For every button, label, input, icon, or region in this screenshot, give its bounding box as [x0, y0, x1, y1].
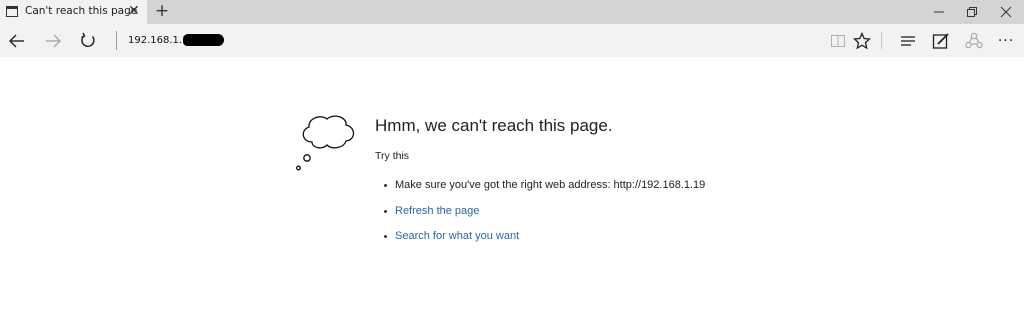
refresh-icon — [81, 32, 95, 47]
bullet-icon — [384, 183, 387, 187]
restore-icon — [966, 7, 977, 17]
share-button[interactable] — [958, 24, 990, 57]
reading-view-icon — [831, 34, 845, 47]
restore-button[interactable] — [955, 0, 988, 24]
try-this-label: Try this — [375, 150, 410, 162]
web-note-icon — [932, 32, 949, 49]
share-icon — [965, 32, 983, 48]
hub-button[interactable] — [892, 24, 924, 57]
tab-title: Can't reach this page — [25, 5, 138, 17]
search-link[interactable]: Search for what you want — [395, 230, 519, 242]
error-heading: Hmm, we can't reach this page. — [375, 116, 613, 135]
redaction-mark — [183, 34, 224, 46]
suggestion-item: Make sure you've got the right web addre… — [384, 179, 705, 191]
more-button[interactable]: ··· — [990, 24, 1022, 57]
active-tab[interactable]: Can't reach this page ✕ — [0, 0, 147, 24]
minimize-button[interactable] — [922, 0, 955, 24]
window-close-button[interactable] — [989, 0, 1022, 24]
navigation-bar: 192.168.1.19 ··· — [0, 24, 1024, 57]
refresh-page-link[interactable]: Refresh the page — [395, 205, 479, 217]
bullet-icon — [384, 209, 387, 213]
tab-close-button[interactable]: ✕ — [128, 3, 140, 19]
star-icon — [853, 31, 871, 49]
hub-icon — [901, 35, 915, 46]
forward-arrow-icon — [46, 34, 61, 47]
web-note-button[interactable] — [925, 24, 957, 57]
bullet-icon — [384, 234, 387, 238]
favorite-button[interactable] — [846, 24, 878, 57]
refresh-button[interactable] — [72, 24, 104, 57]
suggestion-address-text: Make sure you've got the right web addre… — [395, 179, 706, 191]
address-separator — [116, 31, 117, 50]
back-arrow-icon — [9, 34, 24, 47]
new-tab-button[interactable]: + — [153, 1, 171, 21]
suggestion-item: Refresh the page — [384, 205, 479, 217]
title-bar: Can't reach this page ✕ + — [0, 0, 1024, 24]
close-icon — [1000, 6, 1011, 18]
forward-button[interactable] — [37, 24, 69, 57]
toolbar-separator — [881, 32, 882, 49]
suggestion-item: Search for what you want — [384, 230, 519, 242]
minimize-icon — [933, 11, 944, 13]
page-icon — [6, 6, 18, 17]
back-button[interactable] — [1, 24, 33, 57]
thought-cloud-icon — [296, 115, 355, 171]
